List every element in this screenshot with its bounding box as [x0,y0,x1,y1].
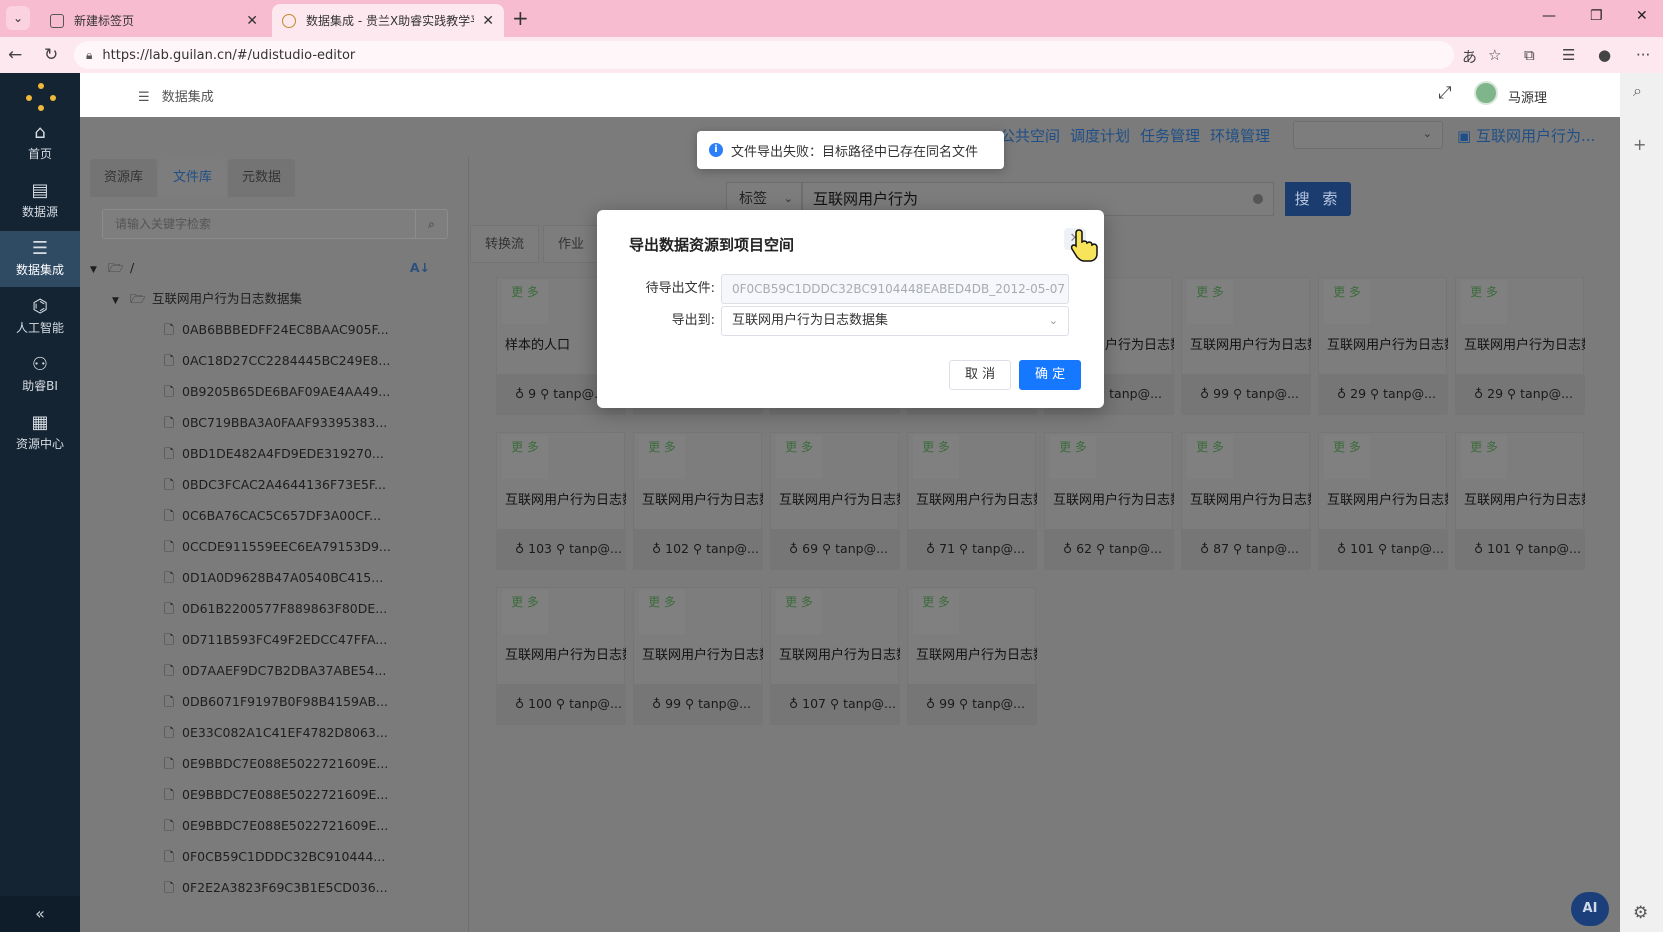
target-row: 导出到: 互联网用户行为日志数据集 ⌄ [597,306,1104,336]
gear-icon[interactable]: ⚙ [1633,903,1648,923]
target-label: 导出到: [671,313,715,328]
confirm-button[interactable]: 确 定 [1019,360,1082,390]
page-icon [50,13,64,28]
url-field[interactable]: 🔒︎ https://lab.guilan.cn/#/udistudio-edi… [74,41,1454,69]
window-close-icon[interactable]: ✕ [1636,8,1648,24]
error-toast: i 文件导出失败：目标路径中已存在同名文件 [697,131,1004,169]
hand-cursor-icon [1070,229,1098,262]
address-bar: ← ↻ 🔒︎ https://lab.guilan.cn/#/udistudio… [0,37,1663,73]
tab-list-chevron-icon[interactable]: ⌄ [6,6,30,30]
browser-tab-bar: ⌄ 新建标签页 ✕ 数据集成 - 贵兰X助睿实践教学平台 ✕ + — ❐ ✕ [0,0,1663,37]
info-icon: i [709,143,723,157]
star-icon[interactable]: ☆ [1488,46,1501,64]
back-arrow-icon[interactable]: ← [8,45,22,65]
modal-overlay [0,73,1620,932]
minimize-icon[interactable]: — [1542,8,1556,24]
export-dialog: 导出数据资源到项目空间 ✕ 待导出文件: 0F0CB59C1DDDC32BC91… [597,210,1104,408]
browser-tab-active[interactable]: 数据集成 - 贵兰X助睿实践教学平台 ✕ [272,4,504,37]
target-value: 互联网用户行为日志数据集 [732,313,889,328]
restore-icon[interactable]: ❐ [1590,8,1603,24]
file-row: 待导出文件: 0F0CB59C1DDDC32BC9104448EABED4DB_… [597,274,1104,304]
cancel-button[interactable]: 取 消 [949,360,1012,390]
browser-tab-new[interactable]: 新建标签页 ✕ [40,4,268,37]
browser-side-rail: ⌕ + [1620,73,1663,932]
new-tab-plus-icon[interactable]: + [512,6,529,30]
ai-assistant-button[interactable]: AI [1571,892,1609,926]
close-icon[interactable]: ✕ [482,13,494,29]
lock-icon: 🔒︎ [86,47,93,62]
favorites-icon[interactable]: ☰ [1562,46,1575,64]
target-select[interactable]: 互联网用户行为日志数据集 ⌄ [721,306,1069,336]
file-label: 待导出文件: [645,281,715,296]
tab-title: 数据集成 - 贵兰X助睿实践教学平台 [306,14,474,28]
file-field: 0F0CB59C1DDDC32BC9104448EABED4DB_2012-05… [721,274,1069,304]
tab-title: 新建标签页 [74,14,135,28]
search-icon[interactable]: ⌕ [1633,81,1642,101]
translate-icon[interactable]: あ [1462,46,1477,67]
profile-icon[interactable]: ● [1598,46,1611,64]
add-icon[interactable]: + [1633,135,1646,154]
site-favicon-icon [282,13,296,28]
dialog-title: 导出数据资源到项目空间 [629,236,795,254]
more-options-icon[interactable]: ··· [1636,46,1650,64]
extensions-icon[interactable]: ⧉ [1524,46,1535,64]
chevron-down-icon: ⌄ [1048,314,1058,327]
toast-message: 文件导出失败：目标路径中已存在同名文件 [731,144,979,160]
refresh-icon[interactable]: ↻ [44,45,58,65]
url-text: https://lab.guilan.cn/#/udistudio-editor [102,47,356,63]
close-icon[interactable]: ✕ [246,13,258,29]
